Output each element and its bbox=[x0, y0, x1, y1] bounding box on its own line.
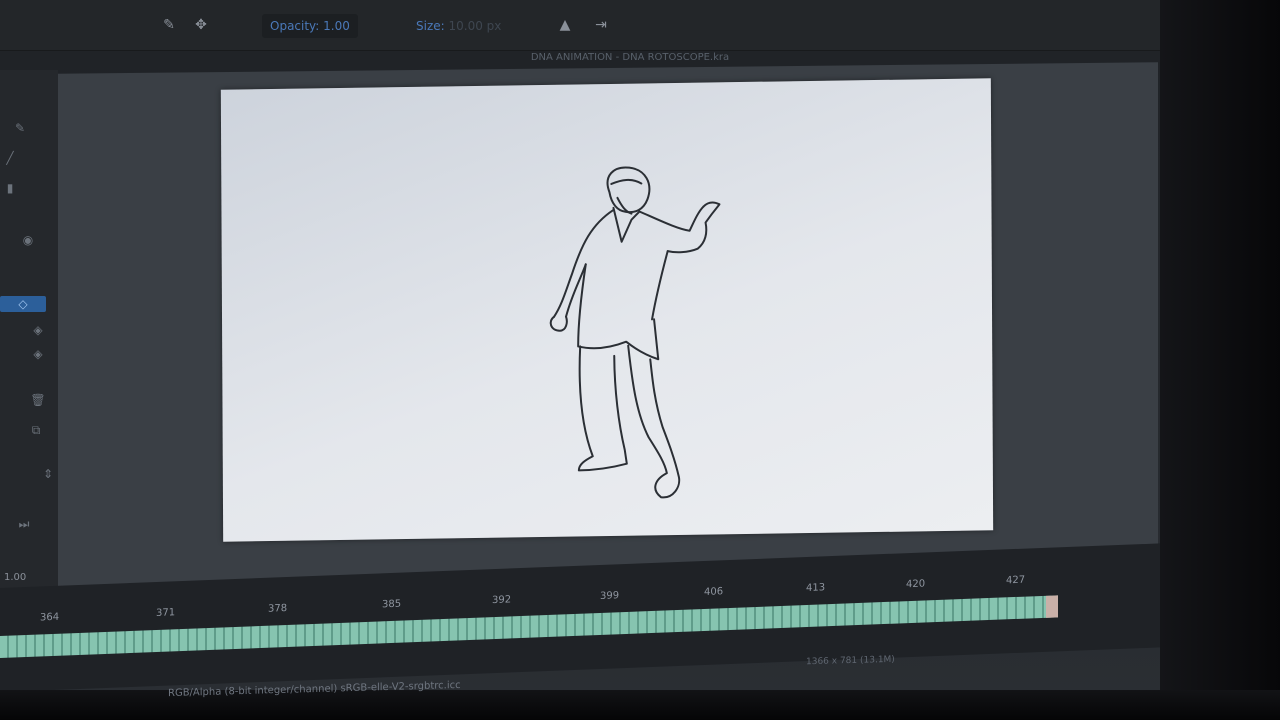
mirror-icon[interactable]: ▲ bbox=[556, 16, 574, 34]
layer-visibility-icon[interactable]: ◉ bbox=[20, 232, 36, 248]
frame-tick: 399 bbox=[600, 590, 620, 602]
size-label: Size: bbox=[416, 19, 445, 33]
tool-options-bar: ✎ ✥ Opacity: 1.00 Size: 10.00 px ▲ ⇥ bbox=[0, 0, 1160, 51]
drawing-canvas[interactable] bbox=[220, 78, 994, 542]
frame-tick: 371 bbox=[156, 607, 176, 620]
stepper-icon[interactable]: ⇕ bbox=[40, 466, 56, 482]
frame-tick: 385 bbox=[382, 598, 402, 611]
document-title: DNA ANIMATION - DNA ROTOSCOPE.kra bbox=[530, 52, 730, 63]
layer-alpha-icon[interactable]: ◈ bbox=[30, 346, 46, 362]
size-value: 10.00 px bbox=[448, 19, 502, 33]
frame-tick: 427 bbox=[1006, 574, 1026, 587]
active-layer-row[interactable]: ◇ bbox=[0, 296, 46, 312]
frame-tick: 406 bbox=[704, 586, 724, 598]
frame-tick: 392 bbox=[492, 594, 512, 607]
frame-tick: 420 bbox=[906, 578, 926, 591]
monitor-bezel bbox=[1160, 0, 1280, 720]
transform-icon[interactable]: ✥ bbox=[192, 16, 210, 34]
layer-lock-icon[interactable]: ◈ bbox=[30, 322, 46, 338]
opacity-value: 1.00 bbox=[323, 19, 350, 33]
layer-properties-icon[interactable]: ⧉ bbox=[28, 422, 44, 438]
rotoscope-figure-drawing bbox=[549, 166, 721, 499]
wrap-icon[interactable]: ⇥ bbox=[592, 16, 610, 34]
krita-window: ✎ ✥ Opacity: 1.00 Size: 10.00 px ▲ ⇥ DNA… bbox=[0, 0, 1160, 700]
line-tool-icon[interactable]: ╱ bbox=[2, 150, 18, 166]
frame-rate-value[interactable]: 1.00 bbox=[4, 572, 26, 583]
delete-layer-icon[interactable]: 🗑 bbox=[30, 392, 46, 408]
opacity-label: Opacity: bbox=[270, 19, 320, 33]
frame-tick: 378 bbox=[268, 602, 288, 615]
eraser-icon[interactable]: ✎ bbox=[160, 16, 178, 34]
frame-tick: 364 bbox=[40, 611, 60, 624]
shape-tool-icon[interactable]: ▮ bbox=[2, 180, 18, 196]
opacity-field[interactable]: Opacity: 1.00 bbox=[262, 14, 358, 38]
current-frame-cell[interactable] bbox=[1046, 595, 1058, 618]
frame-tick: 413 bbox=[806, 582, 826, 595]
left-toolbox: ✎ ╱ ▮ ◉ ◇ ◈ ◈ 🗑 ⧉ ⇕ ⏭ bbox=[0, 70, 58, 630]
image-size-readout: 1366 x 781 (13.1M) bbox=[806, 654, 895, 668]
brush-tool-icon[interactable]: ✎ bbox=[12, 120, 28, 136]
play-next-icon[interactable]: ⏭ bbox=[16, 516, 32, 532]
size-field[interactable]: Size: 10.00 px bbox=[416, 14, 501, 38]
